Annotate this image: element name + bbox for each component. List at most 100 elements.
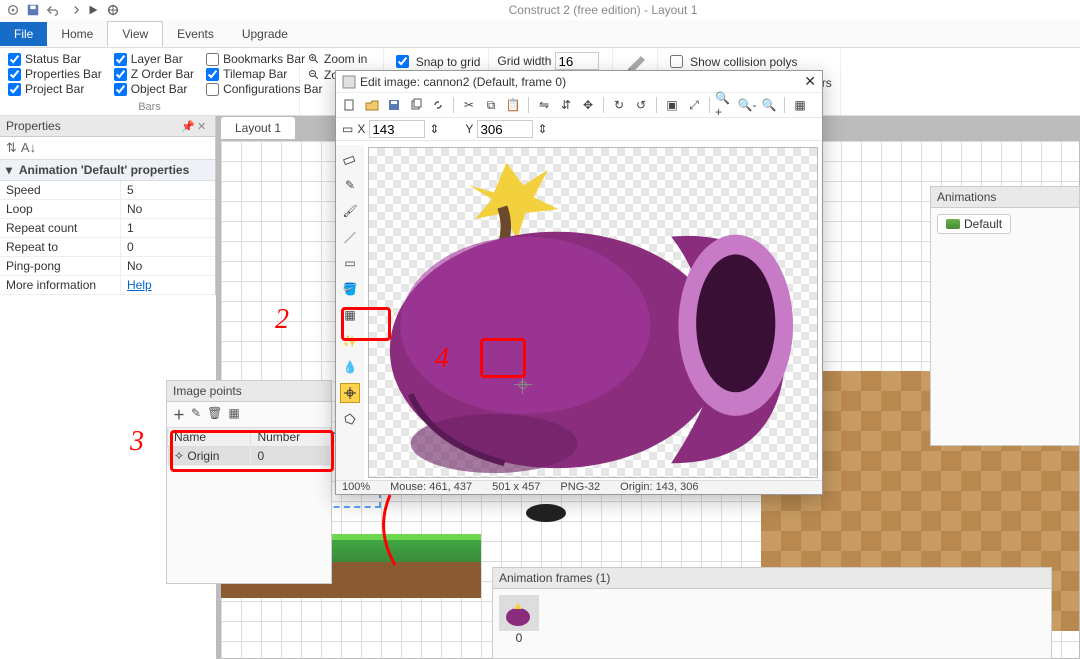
- annotation-3: 3: [130, 428, 144, 456]
- menu-view[interactable]: View: [107, 21, 163, 47]
- menu-events[interactable]: Events: [163, 22, 228, 46]
- open-icon[interactable]: [362, 95, 382, 115]
- qat-debug-icon[interactable]: [106, 3, 120, 17]
- qat-undo-icon[interactable]: [46, 3, 60, 17]
- flip-h-icon[interactable]: ⇋: [534, 95, 554, 115]
- animations-panel: Animations Default: [930, 186, 1080, 446]
- sort-asc-icon[interactable]: ⇅: [6, 140, 17, 156]
- flip-v-icon[interactable]: ⇵: [556, 95, 576, 115]
- menu-upgrade[interactable]: Upgrade: [228, 22, 302, 46]
- editor-canvas[interactable]: [368, 147, 818, 478]
- help-link[interactable]: Help: [127, 278, 152, 292]
- animation-item-label: Default: [964, 217, 1002, 231]
- app-title: Construct 2 (free edition) - Layout 1: [126, 3, 1080, 17]
- line-icon[interactable]: ／: [340, 227, 360, 247]
- collision-poly-tool-icon[interactable]: [340, 409, 360, 429]
- link-icon[interactable]: [428, 95, 448, 115]
- annotation-arrow: [370, 490, 410, 570]
- ribbon-group-bars-label: Bars: [0, 101, 299, 113]
- brush-icon[interactable]: 🖌: [340, 201, 360, 221]
- eraser-icon[interactable]: [340, 149, 360, 169]
- animation-item[interactable]: Default: [937, 214, 1011, 234]
- new-icon[interactable]: [340, 95, 360, 115]
- frames-panel: Animation frames (1) 0: [492, 567, 1052, 659]
- tab-layout[interactable]: Layout 1: [220, 116, 296, 139]
- y-input[interactable]: [477, 120, 533, 138]
- prop-row[interactable]: Repeat count 1: [0, 219, 215, 238]
- origin-marker[interactable]: [514, 376, 532, 394]
- annotation-box-3: [170, 430, 334, 472]
- cut-icon[interactable]: ✂: [459, 95, 479, 115]
- prop-row[interactable]: Repeat to 0: [0, 238, 215, 257]
- zoom-out-icon[interactable]: 🔍-: [737, 95, 757, 115]
- zoom-in-button[interactable]: Zoom in: [308, 52, 375, 66]
- rect-icon[interactable]: ▭: [340, 253, 360, 273]
- zoom-in-icon[interactable]: 🔍+: [715, 95, 735, 115]
- annotation-box-2: [341, 307, 391, 341]
- copy2-icon[interactable]: ⧉: [481, 95, 501, 115]
- animations-panel-title: Animations: [937, 190, 996, 204]
- copy-icon[interactable]: [406, 95, 426, 115]
- menu-home[interactable]: Home: [47, 22, 107, 46]
- chk-zorder-bar[interactable]: Z Order Bar: [114, 67, 194, 81]
- qat-save-icon[interactable]: [26, 3, 40, 17]
- annotation-box-4: [480, 338, 526, 378]
- imagepoint-tool-icon[interactable]: [340, 383, 360, 403]
- chk-status-bar[interactable]: Status Bar: [8, 52, 102, 66]
- qat-redo-icon[interactable]: [66, 3, 80, 17]
- size-status: 501 x 457: [492, 481, 540, 494]
- move-icon[interactable]: ✥: [578, 95, 598, 115]
- annotation-4: 4: [435, 345, 449, 373]
- prop-row[interactable]: Speed 5: [0, 181, 215, 200]
- qat-cog-icon[interactable]: [6, 3, 20, 17]
- frames-panel-title: Animation frames (1): [499, 571, 610, 585]
- y-label: Y: [465, 122, 473, 136]
- add-icon[interactable]: ＋: [173, 406, 185, 423]
- pin-icon[interactable]: 📌: [181, 120, 193, 132]
- edit-icon[interactable]: ✎: [191, 406, 201, 423]
- rotate-ccw-icon[interactable]: ↺: [631, 95, 651, 115]
- menu-file[interactable]: File: [0, 22, 47, 46]
- editor-toolbar: ✂ ⧉ 📋 ⇋ ⇵ ✥ ↻ ↺ ▣ ⤢ 🔍+ 🔍- 🔍 ▦: [336, 93, 822, 118]
- spinner-icon[interactable]: ⇕: [537, 122, 547, 136]
- frame-thumb[interactable]: 0: [499, 595, 539, 645]
- prop-row[interactable]: Loop No: [0, 200, 215, 219]
- chk-properties-bar[interactable]: Properties Bar: [8, 67, 102, 81]
- grid-width-input[interactable]: [555, 52, 599, 70]
- chk-object-bar[interactable]: Object Bar: [114, 82, 194, 96]
- animation-thumb-icon: [946, 219, 960, 229]
- delete-icon[interactable]: 🗑: [207, 406, 222, 423]
- imgpoints-title: Image points: [173, 384, 242, 398]
- x-input[interactable]: [369, 120, 425, 138]
- spinner-icon[interactable]: ⇕: [429, 122, 439, 136]
- origin-status: Origin: 143, 306: [620, 481, 698, 494]
- format-status: PNG-32: [560, 481, 600, 494]
- paste-icon[interactable]: 📋: [503, 95, 523, 115]
- collapse-icon[interactable]: ▾: [6, 163, 16, 177]
- editor-title: Edit image: cannon2 (Default, frame 0): [360, 75, 566, 89]
- save-icon[interactable]: [384, 95, 404, 115]
- close-icon[interactable]: ✕: [197, 120, 209, 132]
- fill-icon[interactable]: 🪣: [340, 279, 360, 299]
- rotate-cw-icon[interactable]: ↻: [609, 95, 629, 115]
- canvas-size-icon[interactable]: ▭: [342, 122, 353, 136]
- apply-icon[interactable]: ▦: [228, 406, 239, 423]
- image-editor-window: Edit image: cannon2 (Default, frame 0) ✕…: [335, 70, 823, 495]
- resize-icon[interactable]: ⤢: [684, 95, 704, 115]
- zoom-fit-icon[interactable]: 🔍: [759, 95, 779, 115]
- prop-row[interactable]: Ping-pong No: [0, 257, 215, 276]
- qat-play-icon[interactable]: [86, 3, 100, 17]
- sort-alpha-icon[interactable]: A↓: [21, 140, 36, 156]
- crop-icon[interactable]: ▣: [662, 95, 682, 115]
- prop-row-more: More information Help: [0, 276, 215, 295]
- properties-panel-title: Properties: [6, 119, 61, 133]
- chk-snap-grid[interactable]: Snap to grid: [392, 52, 481, 71]
- chk-project-bar[interactable]: Project Bar: [8, 82, 102, 96]
- close-icon[interactable]: ✕: [804, 73, 816, 90]
- grid-icon[interactable]: ▦: [790, 95, 810, 115]
- pencil-icon[interactable]: ✎: [340, 175, 360, 195]
- eyedropper-icon[interactable]: 💧: [340, 357, 360, 377]
- grid-width-label: Grid width: [497, 54, 551, 68]
- chk-collision-polys[interactable]: Show collision polys: [666, 52, 832, 71]
- chk-layer-bar[interactable]: Layer Bar: [114, 52, 194, 66]
